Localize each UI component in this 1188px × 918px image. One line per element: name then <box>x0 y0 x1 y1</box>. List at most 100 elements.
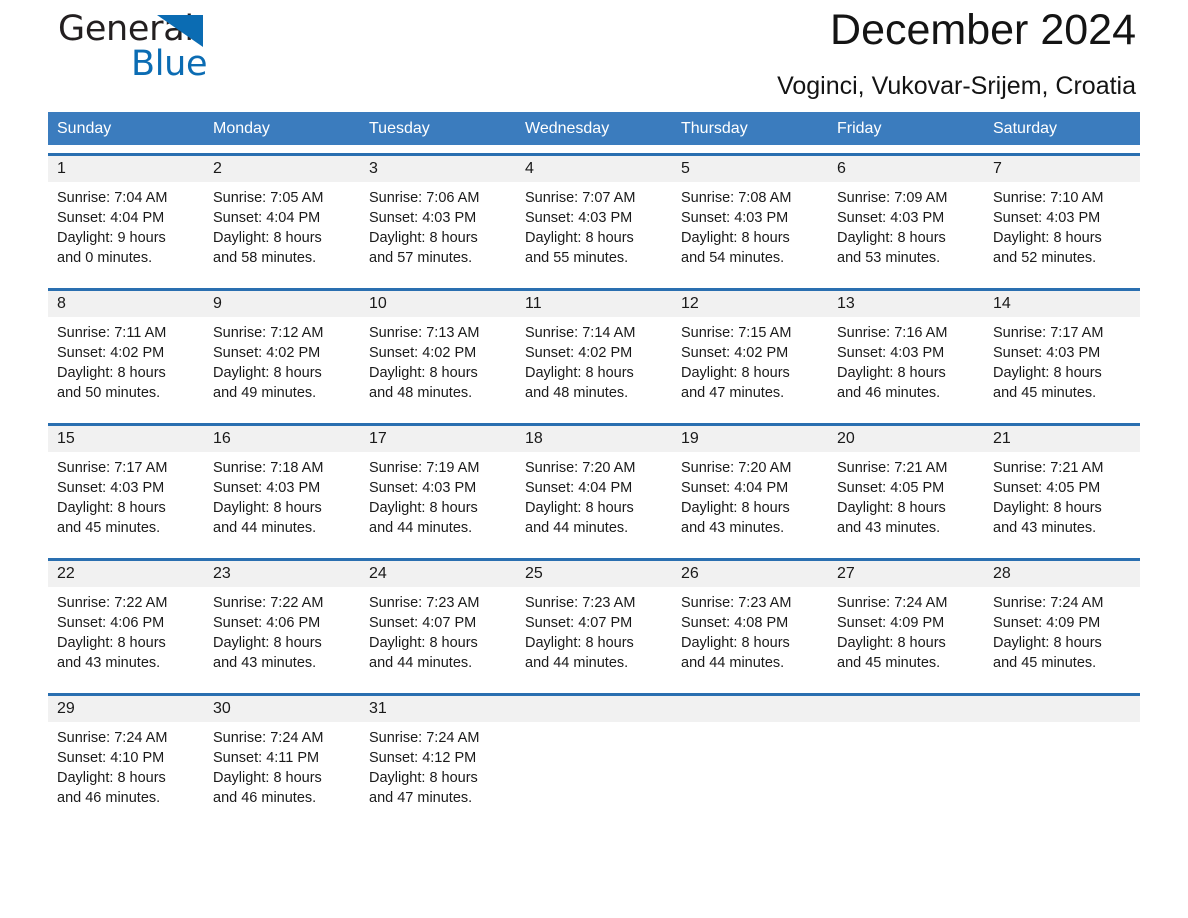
day-number[interactable]: 16 <box>204 426 360 452</box>
week-row: 15 16 17 18 19 20 21 Sunrise: 7:17 AM Su… <box>48 423 1140 550</box>
page-subtitle: Voginci, Vukovar-Srijem, Croatia <box>777 72 1136 100</box>
day-number[interactable]: 18 <box>516 426 672 452</box>
day-cell[interactable]: Sunrise: 7:24 AM Sunset: 4:10 PM Dayligh… <box>48 722 204 820</box>
day-number[interactable]: 7 <box>984 156 1140 182</box>
sunset-text: Sunset: 4:06 PM <box>213 615 321 631</box>
day-cell[interactable]: Sunrise: 7:06 AM Sunset: 4:03 PM Dayligh… <box>360 182 516 280</box>
day-number[interactable]: 8 <box>48 291 204 317</box>
daylight-text-line1: Daylight: 8 hours <box>525 635 634 651</box>
day-number[interactable]: 25 <box>516 561 672 587</box>
calendar-table: Sunday Monday Tuesday Wednesday Thursday… <box>48 112 1140 820</box>
week-row: 1 2 3 4 5 6 7 Sunrise: 7:04 AM Sunset: 4… <box>48 153 1140 280</box>
daylight-text-line1: Daylight: 8 hours <box>837 500 946 516</box>
day-number[interactable]: 12 <box>672 291 828 317</box>
generalblue-logo[interactable]: General Blue <box>58 8 358 96</box>
week-day-details: Sunrise: 7:24 AM Sunset: 4:10 PM Dayligh… <box>48 722 1140 820</box>
day-number[interactable]: 1 <box>48 156 204 182</box>
day-cell[interactable]: Sunrise: 7:21 AM Sunset: 4:05 PM Dayligh… <box>984 452 1140 550</box>
daylight-text-line1: Daylight: 8 hours <box>213 635 322 651</box>
day-number[interactable]: 26 <box>672 561 828 587</box>
day-number[interactable]: 21 <box>984 426 1140 452</box>
day-number[interactable]: 10 <box>360 291 516 317</box>
day-cell[interactable]: Sunrise: 7:22 AM Sunset: 4:06 PM Dayligh… <box>48 587 204 685</box>
week-row: 22 23 24 25 26 27 28 Sunrise: 7:22 AM Su… <box>48 558 1140 685</box>
day-number[interactable]: 9 <box>204 291 360 317</box>
day-number[interactable]: 22 <box>48 561 204 587</box>
day-cell[interactable]: Sunrise: 7:22 AM Sunset: 4:06 PM Dayligh… <box>204 587 360 685</box>
day-cell[interactable]: Sunrise: 7:24 AM Sunset: 4:12 PM Dayligh… <box>360 722 516 820</box>
day-cell[interactable]: Sunrise: 7:21 AM Sunset: 4:05 PM Dayligh… <box>828 452 984 550</box>
daylight-text-line2: and 45 minutes. <box>837 655 941 671</box>
sunset-text: Sunset: 4:03 PM <box>837 345 945 361</box>
day-cell[interactable]: Sunrise: 7:23 AM Sunset: 4:07 PM Dayligh… <box>516 587 672 685</box>
sunrise-text: Sunrise: 7:17 AM <box>57 460 168 476</box>
day-cell[interactable]: Sunrise: 7:18 AM Sunset: 4:03 PM Dayligh… <box>204 452 360 550</box>
day-cell[interactable]: Sunrise: 7:24 AM Sunset: 4:11 PM Dayligh… <box>204 722 360 820</box>
day-number[interactable]: 13 <box>828 291 984 317</box>
day-number[interactable]: 27 <box>828 561 984 587</box>
day-number[interactable]: 20 <box>828 426 984 452</box>
week-day-details: Sunrise: 7:11 AM Sunset: 4:02 PM Dayligh… <box>48 317 1140 415</box>
day-cell[interactable]: Sunrise: 7:15 AM Sunset: 4:02 PM Dayligh… <box>672 317 828 415</box>
day-cell[interactable]: Sunrise: 7:11 AM Sunset: 4:02 PM Dayligh… <box>48 317 204 415</box>
day-cell[interactable]: Sunrise: 7:17 AM Sunset: 4:03 PM Dayligh… <box>984 317 1140 415</box>
day-cell[interactable]: Sunrise: 7:16 AM Sunset: 4:03 PM Dayligh… <box>828 317 984 415</box>
day-number[interactable]: 24 <box>360 561 516 587</box>
daylight-text-line1: Daylight: 8 hours <box>369 365 478 381</box>
sunrise-text: Sunrise: 7:22 AM <box>213 595 324 611</box>
day-number[interactable]: 6 <box>828 156 984 182</box>
day-cell[interactable]: Sunrise: 7:20 AM Sunset: 4:04 PM Dayligh… <box>516 452 672 550</box>
day-name-sunday: Sunday <box>57 120 112 137</box>
daylight-text-line1: Daylight: 8 hours <box>213 365 322 381</box>
sunset-text: Sunset: 4:08 PM <box>681 615 789 631</box>
day-cell[interactable]: Sunrise: 7:19 AM Sunset: 4:03 PM Dayligh… <box>360 452 516 550</box>
day-cell[interactable]: Sunrise: 7:08 AM Sunset: 4:03 PM Dayligh… <box>672 182 828 280</box>
day-number[interactable]: 11 <box>516 291 672 317</box>
daylight-text-line2: and 54 minutes. <box>681 250 785 266</box>
day-cell[interactable]: Sunrise: 7:04 AM Sunset: 4:04 PM Dayligh… <box>48 182 204 280</box>
daylight-text-line2: and 44 minutes. <box>213 520 317 536</box>
daylight-text-line1: Daylight: 8 hours <box>525 500 634 516</box>
day-cell[interactable]: Sunrise: 7:23 AM Sunset: 4:08 PM Dayligh… <box>672 587 828 685</box>
day-cell[interactable]: Sunrise: 7:07 AM Sunset: 4:03 PM Dayligh… <box>516 182 672 280</box>
day-number[interactable]: 3 <box>360 156 516 182</box>
sunset-text: Sunset: 4:11 PM <box>213 750 320 766</box>
day-number[interactable]: 14 <box>984 291 1140 317</box>
day-cell[interactable]: Sunrise: 7:12 AM Sunset: 4:02 PM Dayligh… <box>204 317 360 415</box>
daylight-text-line2: and 49 minutes. <box>213 385 317 401</box>
week-day-details: Sunrise: 7:17 AM Sunset: 4:03 PM Dayligh… <box>48 452 1140 550</box>
sunset-text: Sunset: 4:04 PM <box>213 210 321 226</box>
day-names-header: Sunday Monday Tuesday Wednesday Thursday… <box>48 112 1140 145</box>
day-number[interactable]: 4 <box>516 156 672 182</box>
day-cell[interactable]: Sunrise: 7:17 AM Sunset: 4:03 PM Dayligh… <box>48 452 204 550</box>
day-number[interactable]: 28 <box>984 561 1140 587</box>
day-cell[interactable]: Sunrise: 7:14 AM Sunset: 4:02 PM Dayligh… <box>516 317 672 415</box>
day-cell[interactable]: Sunrise: 7:24 AM Sunset: 4:09 PM Dayligh… <box>828 587 984 685</box>
day-number[interactable]: 2 <box>204 156 360 182</box>
daylight-text-line1: Daylight: 8 hours <box>213 500 322 516</box>
day-number[interactable]: 15 <box>48 426 204 452</box>
day-number[interactable]: 30 <box>204 696 360 722</box>
day-number[interactable]: 5 <box>672 156 828 182</box>
sunset-text: Sunset: 4:03 PM <box>369 480 477 496</box>
day-cell[interactable]: Sunrise: 7:13 AM Sunset: 4:02 PM Dayligh… <box>360 317 516 415</box>
day-cell[interactable]: Sunrise: 7:23 AM Sunset: 4:07 PM Dayligh… <box>360 587 516 685</box>
day-number[interactable]: 23 <box>204 561 360 587</box>
day-number[interactable]: 29 <box>48 696 204 722</box>
daylight-text-line2: and 57 minutes. <box>369 250 473 266</box>
sunrise-text: Sunrise: 7:09 AM <box>837 190 948 206</box>
day-cell[interactable]: Sunrise: 7:09 AM Sunset: 4:03 PM Dayligh… <box>828 182 984 280</box>
day-cell[interactable]: Sunrise: 7:05 AM Sunset: 4:04 PM Dayligh… <box>204 182 360 280</box>
daylight-text-line2: and 47 minutes. <box>681 385 785 401</box>
day-cell[interactable]: Sunrise: 7:24 AM Sunset: 4:09 PM Dayligh… <box>984 587 1140 685</box>
day-number[interactable]: 17 <box>360 426 516 452</box>
daylight-text-line2: and 43 minutes. <box>213 655 317 671</box>
sunset-text: Sunset: 4:02 PM <box>213 345 321 361</box>
day-cell[interactable]: Sunrise: 7:20 AM Sunset: 4:04 PM Dayligh… <box>672 452 828 550</box>
day-number[interactable]: 19 <box>672 426 828 452</box>
week-day-numbers: 22 23 24 25 26 27 28 <box>48 561 1140 587</box>
daylight-text-line1: Daylight: 8 hours <box>369 635 478 651</box>
day-number[interactable]: 31 <box>360 696 516 722</box>
day-cell[interactable]: Sunrise: 7:10 AM Sunset: 4:03 PM Dayligh… <box>984 182 1140 280</box>
sunset-text: Sunset: 4:02 PM <box>57 345 165 361</box>
